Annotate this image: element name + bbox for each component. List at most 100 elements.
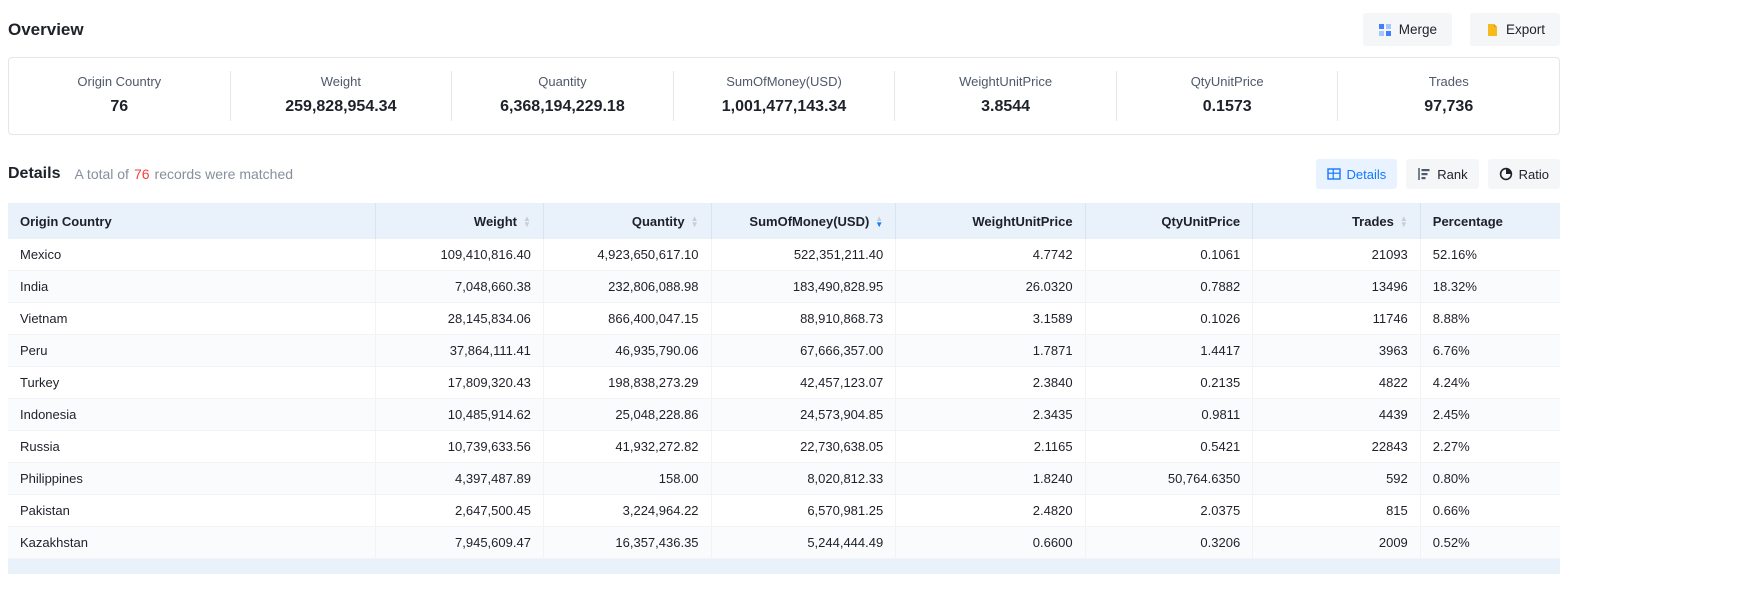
table-cell: 1.8240 bbox=[896, 463, 1085, 495]
record-count: 76 bbox=[134, 166, 150, 182]
view-switch: Details Rank bbox=[1316, 159, 1560, 189]
table-row[interactable]: Pakistan2,647,500.453,224,964.226,570,98… bbox=[8, 495, 1560, 527]
stat-value: 259,828,954.34 bbox=[231, 98, 452, 116]
table-cell: 4,397,487.89 bbox=[376, 463, 544, 495]
page-container: Overview Merge bbox=[8, 0, 1560, 574]
sort-icon[interactable]: ▲▼ bbox=[523, 216, 531, 228]
table-cell: India bbox=[8, 271, 376, 303]
table-row[interactable]: Indonesia10,485,914.6225,048,228.8624,57… bbox=[8, 399, 1560, 431]
table-cell: 21093 bbox=[1253, 239, 1421, 271]
table-cell: Mexico bbox=[8, 239, 376, 271]
table-cell: Philippines bbox=[8, 463, 376, 495]
export-button[interactable]: Export bbox=[1470, 13, 1560, 46]
table-cell: 866,400,047.15 bbox=[543, 303, 711, 335]
column-header[interactable]: Quantity▲▼ bbox=[543, 203, 711, 239]
rank-bars-icon bbox=[1417, 167, 1431, 181]
sort-icon[interactable]: ▲▼ bbox=[691, 216, 699, 228]
column-header: Origin Country bbox=[8, 203, 376, 239]
stat-weight: Weight 259,828,954.34 bbox=[231, 71, 453, 121]
table-cell: 1.7871 bbox=[896, 335, 1085, 367]
table-cell: 522,351,211.40 bbox=[711, 239, 896, 271]
table-cell: 0.80% bbox=[1420, 463, 1560, 495]
stat-label: QtyUnitPrice bbox=[1117, 74, 1338, 89]
table-cell: 592 bbox=[1253, 463, 1421, 495]
pie-chart-icon bbox=[1499, 167, 1513, 181]
table-row[interactable]: Turkey17,809,320.43198,838,273.2942,457,… bbox=[8, 367, 1560, 399]
table-cell: 0.1026 bbox=[1085, 303, 1253, 335]
table-cell: 10,739,633.56 bbox=[376, 431, 544, 463]
stat-value: 97,736 bbox=[1338, 98, 1559, 116]
table-cell: 42,457,123.07 bbox=[711, 367, 896, 399]
stat-quantity: Quantity 6,368,194,229.18 bbox=[452, 71, 674, 121]
export-button-label: Export bbox=[1506, 22, 1545, 37]
table-cell: 22,730,638.05 bbox=[711, 431, 896, 463]
table-cell: Turkey bbox=[8, 367, 376, 399]
table-cell: Indonesia bbox=[8, 399, 376, 431]
stat-value: 3.8544 bbox=[895, 98, 1116, 116]
export-icon bbox=[1485, 23, 1499, 37]
rank-view-button[interactable]: Rank bbox=[1406, 159, 1478, 189]
details-view-button[interactable]: Details bbox=[1316, 159, 1398, 189]
table-cell: 815 bbox=[1253, 495, 1421, 527]
table-cell: 10,485,914.62 bbox=[376, 399, 544, 431]
column-header[interactable]: Trades▲▼ bbox=[1253, 203, 1421, 239]
table-cell: 2.3435 bbox=[896, 399, 1085, 431]
table-cell: 0.3206 bbox=[1085, 527, 1253, 559]
table-row[interactable]: Russia10,739,633.5641,932,272.8222,730,6… bbox=[8, 431, 1560, 463]
table-cell: 1.4417 bbox=[1085, 335, 1253, 367]
table-footer-strip bbox=[8, 559, 1560, 574]
stat-value: 6,368,194,229.18 bbox=[452, 98, 673, 116]
column-header[interactable]: SumOfMoney(USD)▲▼ bbox=[711, 203, 896, 239]
table-row[interactable]: Vietnam28,145,834.06866,400,047.1588,910… bbox=[8, 303, 1560, 335]
column-header[interactable]: Weight▲▼ bbox=[376, 203, 544, 239]
stat-label: SumOfMoney(USD) bbox=[674, 74, 895, 89]
table-cell: Kazakhstan bbox=[8, 527, 376, 559]
merge-button[interactable]: Merge bbox=[1363, 13, 1452, 46]
table-cell: 7,945,609.47 bbox=[376, 527, 544, 559]
table-cell: 3963 bbox=[1253, 335, 1421, 367]
table-cell: 0.9811 bbox=[1085, 399, 1253, 431]
stat-qty-unit-price: QtyUnitPrice 0.1573 bbox=[1117, 71, 1339, 121]
table-cell: 8.88% bbox=[1420, 303, 1560, 335]
table-cell: 2.0375 bbox=[1085, 495, 1253, 527]
table-row[interactable]: Philippines4,397,487.89158.008,020,812.3… bbox=[8, 463, 1560, 495]
table-cell: 0.1061 bbox=[1085, 239, 1253, 271]
top-bar: Overview Merge bbox=[8, 0, 1560, 57]
stat-value: 1,001,477,143.34 bbox=[674, 98, 895, 116]
table-cell: 13496 bbox=[1253, 271, 1421, 303]
table-cell: 183,490,828.95 bbox=[711, 271, 896, 303]
overview-stats-card: Origin Country 76 Weight 259,828,954.34 … bbox=[8, 57, 1560, 135]
table-row[interactable]: Kazakhstan7,945,609.4716,357,436.355,244… bbox=[8, 527, 1560, 559]
rank-view-label: Rank bbox=[1437, 167, 1467, 182]
table-cell: 67,666,357.00 bbox=[711, 335, 896, 367]
table-row[interactable]: India7,048,660.38232,806,088.98183,490,8… bbox=[8, 271, 1560, 303]
table-row[interactable]: Peru37,864,111.4146,935,790.0667,666,357… bbox=[8, 335, 1560, 367]
stat-label: Weight bbox=[231, 74, 452, 89]
table-grid-icon bbox=[1327, 167, 1341, 181]
table-cell: Peru bbox=[8, 335, 376, 367]
table-row[interactable]: Mexico109,410,816.404,923,650,617.10522,… bbox=[8, 239, 1560, 271]
table-cell: 3,224,964.22 bbox=[543, 495, 711, 527]
table-header-row: Origin CountryWeight▲▼Quantity▲▼SumOfMon… bbox=[8, 203, 1560, 239]
table-cell: 46,935,790.06 bbox=[543, 335, 711, 367]
stat-trades: Trades 97,736 bbox=[1338, 71, 1559, 121]
table-cell: 0.6600 bbox=[896, 527, 1085, 559]
table-cell: 4.7742 bbox=[896, 239, 1085, 271]
table-cell: 25,048,228.86 bbox=[543, 399, 711, 431]
sort-icon[interactable]: ▲▼ bbox=[875, 216, 883, 228]
ratio-view-button[interactable]: Ratio bbox=[1488, 159, 1560, 189]
sort-icon[interactable]: ▲▼ bbox=[1400, 216, 1408, 228]
stat-label: WeightUnitPrice bbox=[895, 74, 1116, 89]
table-cell: Russia bbox=[8, 431, 376, 463]
table-cell: 2.1165 bbox=[896, 431, 1085, 463]
table-cell: 232,806,088.98 bbox=[543, 271, 711, 303]
table-cell: 17,809,320.43 bbox=[376, 367, 544, 399]
table-cell: 2.4820 bbox=[896, 495, 1085, 527]
stat-label: Quantity bbox=[452, 74, 673, 89]
table-cell: 0.7882 bbox=[1085, 271, 1253, 303]
table-cell: Pakistan bbox=[8, 495, 376, 527]
stat-weight-unit-price: WeightUnitPrice 3.8544 bbox=[895, 71, 1117, 121]
table-cell: 2.45% bbox=[1420, 399, 1560, 431]
column-header: QtyUnitPrice bbox=[1085, 203, 1253, 239]
stat-value: 76 bbox=[9, 98, 230, 116]
